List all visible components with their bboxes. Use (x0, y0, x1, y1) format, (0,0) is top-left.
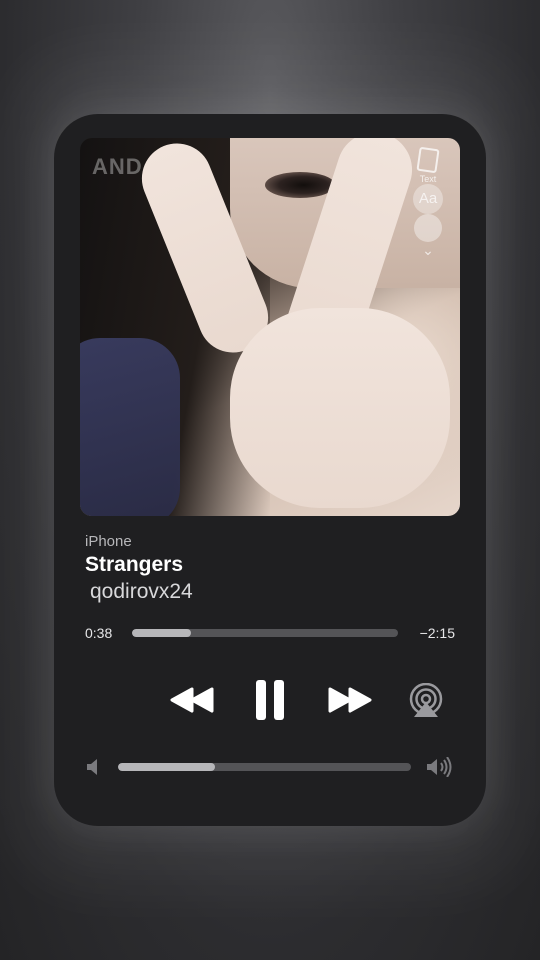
volume-row (54, 754, 486, 780)
chevron-down-icon: ⌄ (422, 242, 434, 258)
transport-controls (54, 674, 486, 726)
volume-level-fill (118, 763, 215, 771)
artwork-side-icons: Text Aa ⌄ (402, 146, 454, 259)
rewind-button[interactable] (166, 674, 218, 726)
airplay-icon (409, 683, 443, 717)
fast-forward-icon (328, 687, 372, 713)
aa-icon: Aa (413, 184, 443, 214)
airplay-button[interactable] (406, 674, 446, 726)
album-artwork: AND Text Aa ⌄ (80, 138, 460, 516)
artwork-watermark: AND (92, 154, 143, 179)
track-title: Strangers (85, 553, 184, 576)
volume-low-icon (87, 759, 97, 775)
now-playing-card: AND Text Aa ⌄ iPhone Strangers qodirovx2… (54, 114, 486, 826)
playback-scrubber[interactable] (132, 629, 398, 637)
pause-icon (256, 680, 284, 720)
fast-forward-button[interactable] (324, 674, 376, 726)
remaining-time: −2:15 (419, 625, 455, 641)
pause-button[interactable] (246, 674, 294, 726)
rewind-icon (170, 687, 214, 713)
face-icon (414, 214, 442, 242)
volume-slider[interactable] (118, 763, 411, 771)
volume-high-icon (427, 757, 452, 777)
elapsed-time: 0:38 (85, 625, 113, 641)
track-artist: qodirovx24 (90, 580, 193, 603)
text-icon: Text (402, 146, 454, 184)
playback-progress-fill (132, 629, 191, 637)
output-source-label: iPhone (85, 533, 132, 550)
